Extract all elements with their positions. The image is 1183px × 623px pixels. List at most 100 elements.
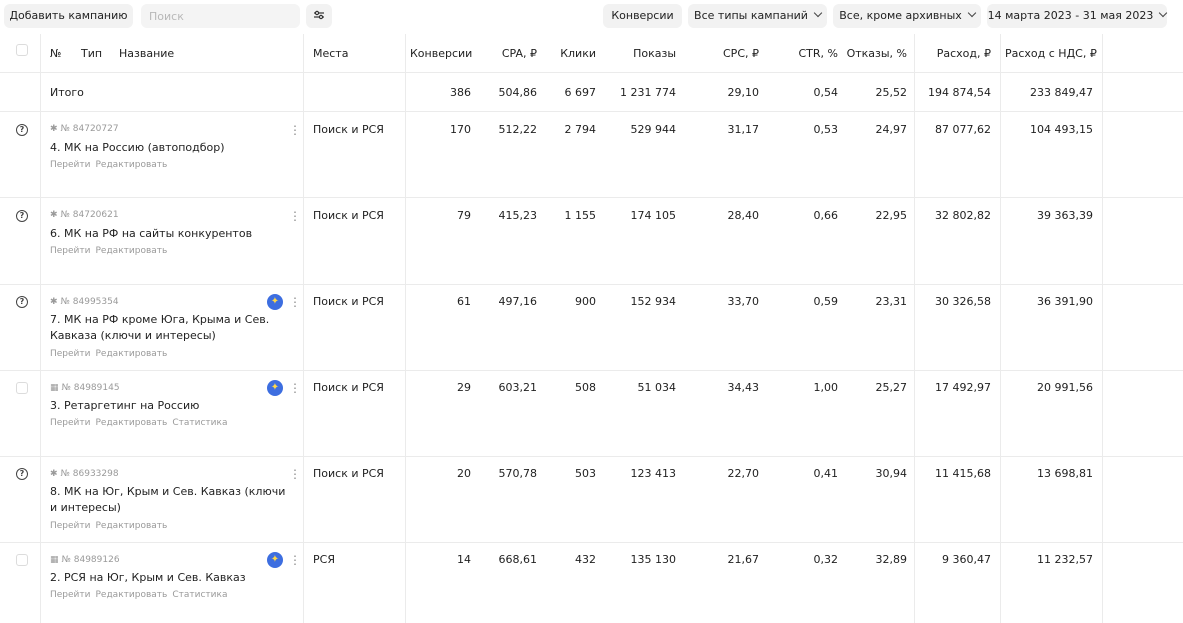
campaign-types-label: Все типы кампаний [694, 9, 808, 22]
filter-settings-button[interactable] [306, 4, 332, 28]
spend-cell: 32 802,82 [935, 209, 991, 222]
header-name[interactable]: Название [119, 47, 174, 60]
clicks-cell: 503 [575, 467, 596, 480]
spend-vat-cell: 36 391,90 [1037, 295, 1093, 308]
help-icon[interactable]: ? [16, 296, 28, 308]
campaign-name[interactable]: 2. РСЯ на Юг, Крым и Сев. Кавказ [50, 570, 295, 586]
edit-link[interactable]: Редактировать [96, 590, 168, 600]
text-ad-icon: ✱ [50, 124, 58, 134]
select-all-checkbox[interactable] [16, 44, 28, 56]
ctr-cell: 0,66 [813, 209, 839, 222]
more-options-icon[interactable]: ⋮ [289, 209, 301, 223]
header-shows[interactable]: Показы [605, 47, 676, 60]
add-campaign-button[interactable]: Добавить кампанию [4, 4, 133, 28]
header-conversions[interactable]: Конверсии ↓ [410, 47, 473, 60]
header-clicks[interactable]: Клики [545, 47, 596, 60]
campaign-name[interactable]: 3. Ретаргетинг на Россию [50, 398, 295, 414]
row-checkbox[interactable] [16, 382, 28, 394]
smart-banner-icon: ▦ [50, 555, 59, 565]
row-checkbox[interactable] [16, 554, 28, 566]
clicks-cell: 508 [575, 381, 596, 394]
spend-vat-cell: 104 493,15 [1030, 123, 1093, 136]
header-ctr[interactable]: CTR, % [780, 47, 839, 60]
header-cpa[interactable]: CPA, ₽ [486, 47, 537, 60]
more-options-icon[interactable]: ⋮ [289, 467, 301, 481]
places-cell: РСЯ [313, 553, 335, 566]
help-icon[interactable]: ? [16, 210, 28, 222]
header-bounces[interactable]: Отказы, % [845, 47, 907, 60]
campaign-types-dropdown[interactable]: Все типы кампаний [688, 4, 827, 28]
places-cell: Поиск и РСЯ [313, 295, 384, 308]
autotargeting-badge-icon[interactable]: ✦ [267, 294, 283, 310]
edit-link[interactable]: Редактировать [96, 246, 168, 256]
archive-filter-label: Все, кроме архивных [839, 9, 962, 22]
text-ad-icon: ✱ [50, 210, 58, 220]
ctr-cell: 0,53 [813, 123, 839, 136]
conversions-button[interactable]: Конверсии [603, 4, 682, 28]
more-options-icon[interactable]: ⋮ [289, 381, 301, 395]
more-options-icon[interactable]: ⋮ [289, 553, 301, 567]
column-divider [405, 34, 406, 623]
campaign-name[interactable]: 4. МК на Россию (автоподбор) [50, 140, 295, 156]
help-icon[interactable]: ? [16, 124, 28, 136]
campaign-name[interactable]: 8. МК на Юг, Крым и Сев. Кавказ (ключи и… [50, 484, 295, 516]
campaign-name[interactable]: 7. МК на РФ кроме Юга, Крыма и Сев. Кавк… [50, 312, 295, 344]
row-divider [0, 542, 1183, 543]
header-spend-vat[interactable]: Расход с НДС, ₽ [1005, 47, 1097, 60]
statistics-link[interactable]: Статистика [172, 418, 227, 428]
sliders-icon [314, 10, 324, 20]
ctr-cell: 0,59 [813, 295, 839, 308]
goto-link[interactable]: Перейти [50, 521, 91, 531]
goto-link[interactable]: Перейти [50, 160, 91, 170]
edit-link[interactable]: Редактировать [96, 521, 168, 531]
bounces-cell: 30,94 [875, 467, 908, 480]
places-cell: Поиск и РСЯ [313, 123, 384, 136]
cpc-cell: 28,40 [727, 209, 760, 222]
archive-filter-dropdown[interactable]: Все, кроме архивных [833, 4, 981, 28]
header-spend[interactable]: Расход, ₽ [920, 47, 991, 60]
spend-cell: 30 326,58 [935, 295, 991, 308]
total-label: Итого [50, 86, 84, 99]
text-ad-icon: ✱ [50, 297, 58, 307]
places-cell: Поиск и РСЯ [313, 381, 384, 394]
header-cpc[interactable]: CPC, ₽ [700, 47, 759, 60]
column-divider [1102, 34, 1103, 623]
campaign-links: Перейти Редактировать [50, 246, 172, 256]
spend-vat-cell: 13 698,81 [1037, 467, 1093, 480]
more-options-icon[interactable]: ⋮ [289, 123, 301, 137]
row-divider [0, 370, 1183, 371]
ctr-cell: 1,00 [813, 381, 839, 394]
column-divider [303, 34, 304, 623]
cpc-cell: 34,43 [727, 381, 760, 394]
places-cell: Поиск и РСЯ [313, 209, 384, 222]
total-spend-vat: 233 849,47 [1030, 86, 1093, 99]
goto-link[interactable]: Перейти [50, 590, 91, 600]
edit-link[interactable]: Редактировать [96, 160, 168, 170]
more-options-icon[interactable]: ⋮ [289, 295, 301, 309]
goto-link[interactable]: Перейти [50, 349, 91, 359]
cpc-cell: 21,67 [727, 553, 760, 566]
header-places[interactable]: Места [313, 47, 348, 60]
toolbar: Добавить кампанию Конверсии Все типы кам… [0, 0, 1183, 32]
edit-link[interactable]: Редактировать [96, 349, 168, 359]
bounces-cell: 23,31 [875, 295, 908, 308]
campaign-id: ▦ № 84989126 [50, 555, 120, 565]
autotargeting-badge-icon[interactable]: ✦ [267, 380, 283, 396]
search-input[interactable] [141, 4, 300, 28]
campaign-id: ✱ № 84720621 [50, 210, 119, 220]
campaign-name[interactable]: 6. МК на РФ на сайты конкурентов [50, 226, 295, 242]
shows-cell: 174 105 [630, 209, 677, 222]
autotargeting-badge-icon[interactable]: ✦ [267, 552, 283, 568]
statistics-link[interactable]: Статистика [172, 590, 227, 600]
goto-link[interactable]: Перейти [50, 246, 91, 256]
date-range-picker[interactable]: 14 марта 2023 - 31 мая 2023 [987, 4, 1168, 28]
total-bounces: 25,52 [875, 86, 908, 99]
help-icon[interactable]: ? [16, 468, 28, 480]
header-type[interactable]: Тип [81, 47, 102, 60]
header-no[interactable]: № [50, 47, 61, 60]
edit-link[interactable]: Редактировать [96, 418, 168, 428]
date-range-label: 14 марта 2023 - 31 мая 2023 [987, 9, 1154, 22]
total-conversions: 386 [450, 86, 471, 99]
goto-link[interactable]: Перейти [50, 418, 91, 428]
cpc-cell: 33,70 [727, 295, 760, 308]
